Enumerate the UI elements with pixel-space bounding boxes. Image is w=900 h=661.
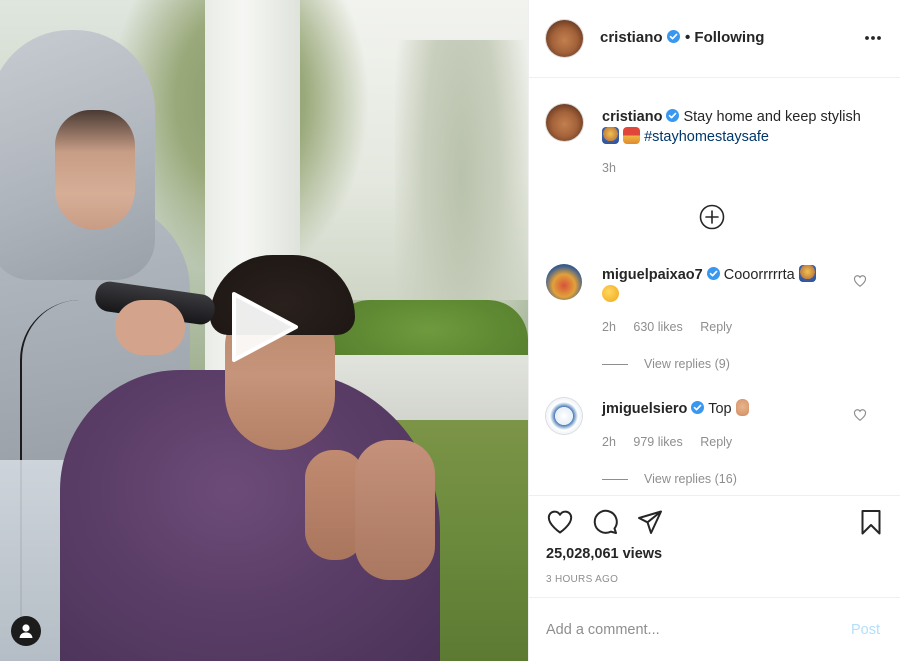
comment-body: Top: [708, 401, 732, 417]
play-button[interactable]: [228, 290, 300, 364]
load-more-comments-button[interactable]: [699, 204, 725, 230]
comment-meta: 2h 979 likes Reply: [602, 435, 746, 449]
more-options-button[interactable]: [859, 26, 887, 50]
caption-author-username[interactable]: cristiano: [602, 109, 662, 125]
view-replies-button[interactable]: View replies (9): [602, 357, 730, 371]
commenter-avatar[interactable]: [546, 264, 582, 300]
person-getting-haircut-emoji: [798, 265, 816, 282]
comment-body: Cooorrrrrta: [723, 267, 795, 283]
following-button[interactable]: • Following: [685, 29, 764, 46]
comment-likes[interactable]: 630 likes: [633, 320, 682, 334]
comment-text: miguelpaixao7 Cooorrrrrta: [602, 265, 842, 305]
like-heart-icon[interactable]: [546, 508, 574, 536]
comment-bubble-icon[interactable]: [591, 508, 619, 536]
caption-time[interactable]: 3h: [602, 161, 616, 175]
post-timestamp[interactable]: 3 HOURS AGO: [546, 574, 618, 585]
comment-time[interactable]: 2h: [602, 320, 616, 334]
commenter-username[interactable]: jmiguelsiero: [602, 401, 687, 417]
replies-divider: [602, 363, 628, 365]
more-options-icon: [865, 36, 881, 40]
comment-likes[interactable]: 979 likes: [633, 435, 682, 449]
reply-button[interactable]: Reply: [700, 435, 732, 449]
replies-divider: [602, 478, 628, 480]
comment-time[interactable]: 2h: [602, 435, 616, 449]
save-bookmark-icon[interactable]: [857, 508, 885, 536]
share-paper-plane-icon[interactable]: [636, 508, 664, 536]
post-video[interactable]: [0, 0, 528, 661]
tagged-users-button[interactable]: [11, 616, 41, 646]
caption-body: Stay home and keep stylish: [683, 109, 861, 125]
comment-input[interactable]: [546, 618, 826, 642]
view-replies-button[interactable]: View replies (16): [602, 472, 737, 486]
author-avatar[interactable]: [546, 20, 583, 57]
post-actions: 25,028,061 views 3 HOURS AGO: [529, 495, 900, 597]
like-comment-heart-icon[interactable]: [853, 408, 867, 422]
post-side-panel: cristiano • Following cristiano Stay hom…: [528, 0, 900, 661]
user-icon: [19, 624, 33, 638]
like-comment-heart-icon[interactable]: [853, 274, 867, 288]
plus-circle-icon: [699, 204, 725, 230]
rofl-emoji: [602, 285, 619, 302]
verified-badge-icon: [666, 109, 680, 122]
caption-text: cristiano Stay home and keep stylish #st…: [602, 107, 862, 147]
person-getting-haircut-emoji: [602, 127, 619, 144]
caption-hashtag[interactable]: #stayhomestaysafe: [644, 129, 769, 145]
caption-author-avatar[interactable]: [546, 104, 583, 141]
post-header: cristiano • Following: [529, 0, 900, 78]
reply-button[interactable]: Reply: [700, 320, 732, 334]
commenter-username[interactable]: miguelpaixao7: [602, 267, 703, 283]
comment-meta: 2h 630 likes Reply: [602, 320, 746, 334]
verified-badge-icon: [666, 30, 680, 43]
comments-list[interactable]: cristiano Stay home and keep stylish #st…: [529, 79, 900, 495]
verified-badge-icon: [706, 267, 720, 280]
comment-text: jmiguelsiero Top: [602, 399, 842, 419]
view-count[interactable]: 25,028,061 views: [546, 546, 662, 562]
verified-badge-icon: [691, 401, 705, 414]
barber-emoji: [623, 127, 641, 144]
commenter-avatar[interactable]: [546, 398, 582, 434]
add-comment-form: Post: [529, 597, 900, 661]
post-comment-button[interactable]: Post: [851, 622, 880, 638]
ok-hand-emoji: [735, 399, 749, 416]
instagram-post-modal: cristiano • Following cristiano Stay hom…: [0, 0, 900, 661]
play-icon: [232, 292, 298, 362]
author-username[interactable]: cristiano: [600, 29, 680, 46]
